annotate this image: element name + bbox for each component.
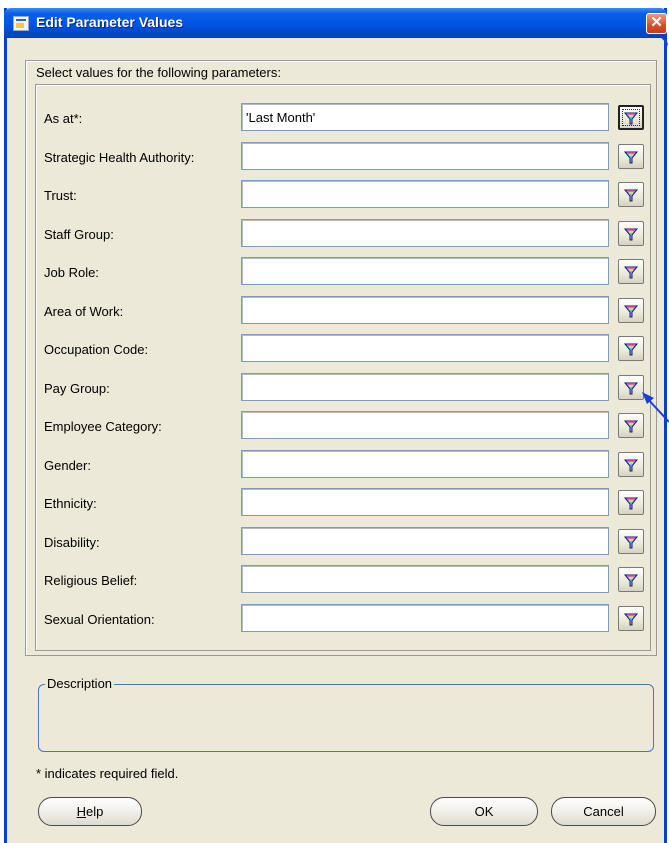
parameter-row: Pay Group: [7,373,664,403]
parameter-row: Disability: [7,527,664,557]
parameter-label: Disability: [44,535,100,550]
parameter-input[interactable] [241,334,609,362]
parameter-row: As at*: [7,103,664,133]
lov-picker-icon [623,189,639,201]
lov-picker-button[interactable] [618,452,644,477]
parameter-input[interactable] [241,180,609,208]
lov-picker-icon [623,305,639,317]
dialog-body: Select values for the following paramete… [7,38,664,843]
parameter-input[interactable] [241,527,609,555]
cancel-button[interactable]: Cancel [551,797,656,826]
parameter-input[interactable] [241,450,609,478]
lov-picker-icon [623,459,639,471]
lov-picker-icon [623,574,639,586]
parameter-row: Area of Work: [7,296,664,326]
parameter-label: Pay Group: [44,381,110,396]
lov-picker-button[interactable] [618,490,644,515]
lov-picker-button[interactable] [618,336,644,361]
instruction-text: Select values for the following paramete… [36,65,281,80]
parameter-input[interactable] [241,296,609,324]
parameter-label: Occupation Code: [44,342,149,357]
parameter-input[interactable] [241,103,609,131]
parameter-label: Trust: [44,188,77,203]
parameter-label: Job Role: [44,265,99,280]
parameter-row: Ethnicity: [7,488,664,518]
parameter-label: Staff Group: [44,227,114,242]
parameter-row: Employee Category: [7,411,664,441]
parameter-label: As at*: [44,111,83,126]
lov-picker-icon [623,343,639,355]
parameter-label: Gender: [44,458,91,473]
lov-picker-button[interactable] [618,105,644,130]
parameter-input[interactable] [241,373,609,401]
parameter-row: Gender: [7,450,664,480]
help-label-rest: elp [86,804,104,819]
lov-picker-button[interactable] [618,144,644,169]
parameter-input[interactable] [241,219,609,247]
lov-picker-button[interactable] [618,567,644,592]
lov-picker-icon [623,151,639,163]
lov-picker-button[interactable] [618,221,644,246]
parameter-row: Staff Group: [7,219,664,249]
lov-picker-button[interactable] [618,182,644,207]
lov-picker-icon [623,497,639,509]
lov-picker-icon [623,266,639,278]
required-field-note: * indicates required field. [36,766,179,781]
help-button[interactable]: Help [38,797,142,826]
lov-picker-icon [623,420,639,432]
lov-picker-button[interactable] [618,413,644,438]
lov-picker-button[interactable] [618,375,644,400]
parameter-input[interactable] [241,604,609,632]
parameter-input[interactable] [241,411,609,439]
parameter-input[interactable] [241,488,609,516]
lov-picker-icon [623,112,639,124]
lov-picker-button[interactable] [618,606,644,631]
lov-picker-button[interactable] [618,259,644,284]
lov-picker-button[interactable] [618,298,644,323]
parameter-label: Strategic Health Authority: [44,150,195,165]
parameter-row: Trust: [7,180,664,210]
parameter-row: Sexual Orientation: [7,604,664,634]
parameter-label: Area of Work: [44,304,124,319]
title-bar[interactable]: Edit Parameter Values ✕ [4,8,667,38]
parameter-label: Ethnicity: [44,496,97,511]
edit-parameter-values-dialog: Edit Parameter Values ✕ Select values fo… [4,8,667,843]
ok-button[interactable]: OK [430,797,538,826]
description-group: Description [38,676,654,752]
parameter-label: Religious Belief: [44,573,138,588]
parameter-input[interactable] [241,257,609,285]
help-mnemonic: H [76,804,87,819]
lov-picker-icon [623,613,639,625]
form-window-icon [13,16,29,31]
parameter-row: Strategic Health Authority: [7,142,664,172]
parameter-row: Job Role: [7,257,664,287]
parameter-input[interactable] [241,565,609,593]
close-button[interactable]: ✕ [646,13,667,34]
dialog-title: Edit Parameter Values [36,14,184,30]
lov-picker-icon [623,536,639,548]
lov-picker-button[interactable] [618,529,644,554]
parameter-label: Sexual Orientation: [44,612,155,627]
lov-picker-icon [623,382,639,394]
description-legend: Description [45,676,115,691]
parameter-row: Occupation Code: [7,334,664,364]
parameter-label: Employee Category: [44,419,162,434]
parameter-input[interactable] [241,142,609,170]
parameter-row: Religious Belief: [7,565,664,595]
lov-picker-icon [623,228,639,240]
